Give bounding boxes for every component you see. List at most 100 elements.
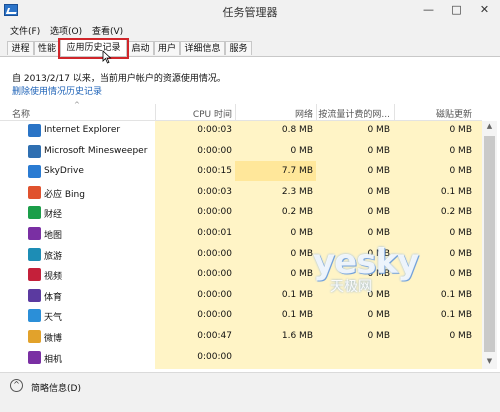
tile-updates-cell: 0.1 MB	[440, 186, 472, 197]
network-cell: 0.1 MB	[281, 289, 313, 300]
network-cell: 0 MB	[290, 248, 313, 259]
tab-processes[interactable]: 进程	[7, 41, 34, 55]
menu-view[interactable]: 查看(V)	[92, 24, 123, 37]
network-cell: 0.8 MB	[281, 125, 313, 135]
tab-users[interactable]: 用户	[154, 41, 180, 55]
highlight-box	[58, 38, 129, 59]
cpu-time-cell: 0:00:03	[197, 125, 232, 135]
menu-bar: 文件(F) 选项(O) 查看(V)	[0, 22, 500, 38]
tab-services[interactable]: 服务	[225, 41, 252, 55]
tile-updates-cell: 0.2 MB	[440, 207, 472, 218]
table-row[interactable]: 天气 0:00:00 0.1 MB 0 MB 0.1 MB	[0, 306, 482, 326]
sort-ascending-icon: ^	[74, 101, 80, 109]
app-name: 视频	[44, 272, 63, 283]
app-name: 地图	[44, 231, 63, 241]
column-separator	[235, 104, 236, 120]
weather-icon	[28, 309, 41, 323]
tile-updates-cell: 0 MB	[449, 145, 472, 156]
internet-explorer-icon	[28, 124, 41, 137]
fewer-details-button[interactable]: 简略信息(D)	[31, 381, 81, 394]
app-name: 体育	[44, 292, 63, 303]
delete-history-link[interactable]: 删除使用情况历史记录	[12, 84, 102, 97]
column-separator	[316, 104, 317, 120]
tile-updates-cell: 0.1 MB	[440, 310, 472, 321]
tile-updates-cell: 0 MB	[449, 166, 472, 177]
cpu-time-cell: 0:00:47	[197, 331, 232, 341]
app-name: Internet Explorer	[44, 125, 121, 135]
table-row[interactable]: Microsoft Minesweeper 0:00:00 0 MB 0 MB 0 MB	[0, 142, 482, 162]
maps-icon	[28, 227, 41, 240]
metered-network-cell: 0 MB	[367, 207, 390, 218]
column-header-metered[interactable]: 按流量计费的网...	[318, 107, 390, 120]
column-header-name[interactable]: 名称	[12, 107, 30, 120]
tab-performance[interactable]: 性能	[34, 41, 60, 55]
cpu-time-cell: 0:00:00	[197, 351, 232, 362]
scroll-down-arrow-icon[interactable]: ▼	[482, 357, 497, 369]
table-row[interactable]: 地图 0:00:01 0 MB 0 MB 0 MB	[0, 224, 482, 244]
tile-updates-cell: 0 MB	[449, 228, 472, 238]
mouse-cursor-icon	[102, 50, 112, 64]
app-name: 财经	[44, 210, 63, 221]
cpu-time-cell: 0:00:00	[197, 207, 232, 218]
app-name: SkyDrive	[44, 166, 84, 177]
finance-icon	[28, 206, 41, 220]
sports-icon	[28, 288, 41, 302]
menu-options[interactable]: 选项(O)	[50, 24, 82, 37]
app-name: 相机	[44, 354, 63, 365]
tile-updates-cell: 0 MB	[449, 125, 472, 135]
table-row[interactable]: 微博 0:00:47 1.6 MB 0 MB 0 MB	[0, 327, 482, 347]
network-cell: 7.7 MB	[281, 166, 313, 177]
network-cell: 0.1 MB	[281, 310, 313, 321]
table-row[interactable]: 财经 0:00:00 0.2 MB 0 MB 0.2 MB	[0, 203, 482, 223]
metered-network-cell: 0 MB	[367, 166, 390, 177]
video-icon	[28, 268, 41, 282]
scrollbar-thumb[interactable]	[484, 136, 495, 352]
bing-icon	[28, 185, 41, 199]
cpu-time-cell: 0:00:01	[197, 228, 232, 238]
maximize-button[interactable]: □	[443, 0, 470, 20]
column-separator	[394, 104, 395, 120]
tab-details[interactable]: 详细信息	[180, 41, 225, 55]
menu-file[interactable]: 文件(F)	[10, 24, 40, 37]
weibo-icon	[28, 330, 41, 343]
cpu-time-cell: 0:00:00	[197, 289, 232, 300]
minesweeper-icon	[28, 144, 41, 158]
column-separator	[155, 104, 156, 120]
tile-updates-cell: 0.1 MB	[440, 289, 472, 300]
network-cell: 1.6 MB	[281, 331, 313, 341]
table-row[interactable]: SkyDrive 0:00:15 7.7 MB 0 MB 0 MB	[0, 162, 482, 182]
network-cell: 0 MB	[290, 145, 313, 156]
column-header-cpu[interactable]: CPU 时间	[158, 107, 232, 120]
app-name: 天气	[44, 313, 63, 324]
minimize-button[interactable]: —	[415, 0, 442, 20]
table-row[interactable]: Internet Explorer 0:00:03 0.8 MB 0 MB 0 MB	[0, 121, 482, 141]
chevron-up-icon[interactable]: ^	[10, 379, 23, 392]
skydrive-icon	[28, 165, 41, 179]
network-cell: 0 MB	[290, 228, 313, 238]
table-row[interactable]: 相机 0:00:00	[0, 348, 482, 368]
usage-info-text: 自 2013/2/17 以来，当前用户帐户的资源使用情况。	[12, 74, 226, 84]
network-cell: 0 MB	[290, 269, 313, 280]
tile-updates-cell: 0 MB	[449, 331, 472, 341]
table-row[interactable]: 必应 Bing 0:00:03 2.3 MB 0 MB 0.1 MB	[0, 183, 482, 203]
metered-network-cell: 0 MB	[367, 186, 390, 197]
cpu-time-cell: 0:00:15	[197, 166, 232, 177]
cpu-time-cell: 0:00:03	[197, 186, 232, 197]
app-name: 旅游	[44, 251, 63, 262]
cpu-time-cell: 0:00:00	[197, 310, 232, 321]
app-name: 微博	[44, 334, 63, 344]
app-name: 必应 Bing	[44, 189, 85, 200]
scroll-up-arrow-icon[interactable]: ▲	[482, 122, 497, 134]
table-row[interactable]: 体育 0:00:00 0.1 MB 0 MB 0.1 MB	[0, 286, 482, 306]
cpu-time-cell: 0:00:00	[197, 248, 232, 259]
column-header-tile-updates[interactable]: 磁贴更新	[396, 107, 472, 120]
column-header-network[interactable]: 网络	[236, 107, 313, 120]
app-name: Microsoft Minesweeper	[44, 145, 148, 156]
title-bar: 任务管理器 — □ ✕	[0, 0, 500, 22]
tab-startup[interactable]: 启动	[127, 41, 154, 55]
close-button[interactable]: ✕	[471, 0, 498, 20]
camera-icon	[28, 350, 41, 364]
cpu-time-cell: 0:00:00	[197, 145, 232, 156]
metered-network-cell: 0 MB	[367, 145, 390, 156]
metered-network-cell: 0 MB	[367, 310, 390, 321]
